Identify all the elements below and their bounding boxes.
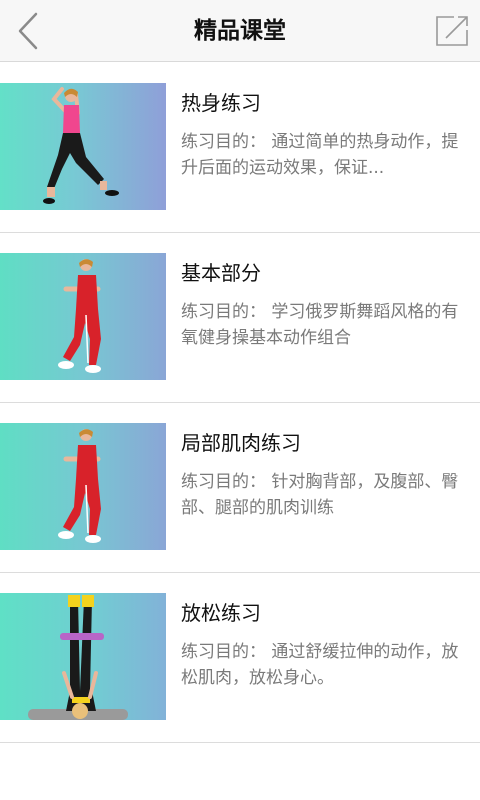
lesson-description: 练习目的： 学习俄罗斯舞蹈风格的有氧健身操基本动作组合 [181, 302, 459, 348]
back-button[interactable] [0, 0, 56, 62]
share-button[interactable] [424, 0, 480, 62]
lesson-thumbnail [0, 253, 166, 380]
lesson-list: 热身练习 练习目的： 通过简单的热身动作，提升后面的运动效果，保证... 基本部… [0, 63, 480, 743]
lesson-title: 热身练习 [181, 91, 261, 115]
lesson-thumbnail [0, 593, 166, 720]
lesson-description: 练习目的： 通过简单的热身动作，提升后面的运动效果，保证... [181, 132, 459, 178]
lesson-thumbnail [0, 423, 166, 550]
lesson-item[interactable]: 热身练习 练习目的： 通过简单的热身动作，提升后面的运动效果，保证... [0, 63, 480, 233]
lesson-item[interactable]: 局部肌肉练习 练习目的： 针对胸背部，及腹部、臀部、腿部的肌肉训练 [0, 403, 480, 573]
top-bar: 精品课堂 [0, 0, 480, 62]
lesson-item[interactable]: 放松练习 练习目的： 通过舒缓拉伸的动作，放松肌肉，放松身心。 [0, 573, 480, 743]
lesson-title: 基本部分 [181, 261, 261, 285]
lesson-description: 练习目的： 通过舒缓拉伸的动作，放松肌肉，放松身心。 [181, 642, 459, 688]
share-icon [434, 14, 470, 48]
lesson-description: 练习目的： 针对胸背部，及腹部、臀部、腿部的肌肉训练 [181, 472, 459, 518]
lesson-title: 局部肌肉练习 [181, 431, 301, 455]
page-title: 精品课堂 [194, 18, 286, 44]
lesson-title: 放松练习 [181, 601, 261, 625]
lesson-item[interactable]: 基本部分 练习目的： 学习俄罗斯舞蹈风格的有氧健身操基本动作组合 [0, 233, 480, 403]
chevron-left-icon [15, 11, 41, 51]
lesson-thumbnail [0, 83, 166, 210]
